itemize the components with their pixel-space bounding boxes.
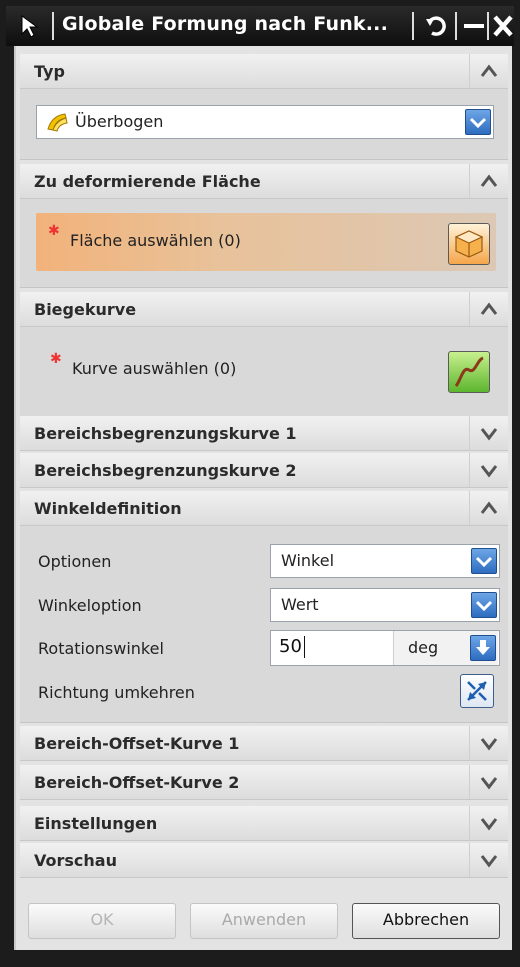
chevron-down-icon xyxy=(469,117,487,129)
reverse-label: Richtung umkehren xyxy=(38,683,195,702)
section-header-offset1[interactable]: Bereich-Offset-Kurve 1 xyxy=(20,726,508,761)
angleoption-label: Winkeloption xyxy=(38,596,142,615)
section-header-typ[interactable]: Typ xyxy=(20,54,508,89)
type-dropdown[interactable]: Überbogen xyxy=(36,105,494,139)
chevron-down-icon[interactable] xyxy=(469,453,508,487)
ok-button[interactable]: OK xyxy=(28,903,176,939)
section-header-angle[interactable]: Winkeldefinition xyxy=(20,491,508,526)
close-icon[interactable] xyxy=(490,11,516,41)
rotation-label: Rotationswinkel xyxy=(38,639,164,658)
section-body-angle: Optionen Winkel Winkeloption Wert Rotati… xyxy=(20,526,508,723)
section-label: Bereich-Offset-Kurve 1 xyxy=(34,734,240,753)
section-label: Vorschau xyxy=(34,851,117,870)
reverse-direction-icon xyxy=(467,681,487,701)
unit-dropdown-button[interactable] xyxy=(470,635,496,661)
title-separator xyxy=(52,12,54,40)
cube-icon xyxy=(454,230,484,258)
title-separator xyxy=(412,12,414,40)
title-bar: Globale Formung nach Funk... xyxy=(6,6,514,46)
curve-icon xyxy=(454,356,484,387)
arrow-down-icon xyxy=(476,640,490,655)
unit-selector[interactable]: deg xyxy=(393,631,498,665)
rotation-input[interactable]: 50 xyxy=(279,636,302,657)
angleoption-value: Wert xyxy=(281,595,319,614)
angleoption-dropdown[interactable]: Wert xyxy=(270,588,500,622)
required-star-icon: ✱ xyxy=(48,223,60,239)
cancel-button[interactable]: Abbrechen xyxy=(352,903,500,939)
chevron-down-icon xyxy=(475,600,493,612)
options-value: Winkel xyxy=(281,551,335,570)
select-curve-button[interactable] xyxy=(448,351,490,393)
section-label: Winkeldefinition xyxy=(34,499,182,518)
select-face-button[interactable] xyxy=(448,223,490,265)
required-star-icon: ✱ xyxy=(50,351,62,367)
dropdown-arrow-button[interactable] xyxy=(465,109,491,135)
minimize-icon[interactable] xyxy=(461,11,487,41)
section-header-offset2[interactable]: Bereich-Offset-Kurve 2 xyxy=(20,765,508,800)
type-value: Überbogen xyxy=(75,112,164,131)
face-select-label: Fläche auswählen (0) xyxy=(70,231,241,250)
section-header-face[interactable]: Zu deformierende Fläche xyxy=(20,164,508,199)
chevron-down-icon xyxy=(475,556,493,568)
section-label: Typ xyxy=(34,62,65,81)
reverse-direction-button[interactable] xyxy=(460,674,494,708)
apply-button[interactable]: Anwenden xyxy=(190,903,338,939)
chevron-up-icon[interactable] xyxy=(469,491,508,525)
section-label: Biegekurve xyxy=(34,300,137,319)
title-separator xyxy=(487,12,489,40)
section-body-curve: ✱ Kurve auswählen (0) xyxy=(20,327,508,418)
bend-type-icon xyxy=(47,113,68,132)
chevron-down-icon[interactable] xyxy=(469,416,508,450)
section-label: Bereichsbegrenzungskurve 2 xyxy=(34,461,297,480)
section-body-typ: Überbogen xyxy=(20,89,508,160)
chevron-up-icon[interactable] xyxy=(469,54,508,88)
chevron-down-icon[interactable] xyxy=(469,726,508,760)
section-label: Zu deformierende Fläche xyxy=(34,172,261,191)
rotation-input-group: 50 deg xyxy=(270,630,500,666)
options-label: Optionen xyxy=(38,552,112,571)
title-separator xyxy=(455,12,457,40)
options-dropdown[interactable]: Winkel xyxy=(270,544,500,578)
section-header-range2[interactable]: Bereichsbegrenzungskurve 2 xyxy=(20,453,508,488)
section-header-settings[interactable]: Einstellungen xyxy=(20,806,508,841)
unit-value: deg xyxy=(408,638,439,657)
section-label: Bereich-Offset-Kurve 2 xyxy=(34,773,240,792)
dropdown-arrow-button[interactable] xyxy=(471,548,497,574)
reset-icon[interactable] xyxy=(424,11,450,41)
section-header-curve[interactable]: Biegekurve xyxy=(20,292,508,327)
curve-select-label: Kurve auswählen (0) xyxy=(72,359,237,378)
chevron-up-icon[interactable] xyxy=(469,292,508,326)
section-body-face: ✱ Fläche auswählen (0) xyxy=(20,199,508,288)
section-header-preview[interactable]: Vorschau xyxy=(20,843,508,878)
chevron-down-icon[interactable] xyxy=(469,843,508,877)
dialog-panel: Typ Überbogen Zu deformierende Fläche ✱ … xyxy=(14,46,512,950)
section-label: Einstellungen xyxy=(34,814,158,833)
chevron-up-icon[interactable] xyxy=(469,164,508,198)
window-title: Globale Formung nach Funk... xyxy=(62,13,389,35)
section-header-range1[interactable]: Bereichsbegrenzungskurve 1 xyxy=(20,416,508,451)
text-cursor xyxy=(304,636,305,658)
section-label: Bereichsbegrenzungskurve 1 xyxy=(34,424,297,443)
chevron-down-icon[interactable] xyxy=(469,806,508,840)
chevron-down-icon[interactable] xyxy=(469,765,508,799)
dropdown-arrow-button[interactable] xyxy=(471,592,497,618)
cursor-arrow-icon xyxy=(21,15,39,38)
face-selection-row[interactable]: ✱ Fläche auswählen (0) xyxy=(36,213,496,271)
